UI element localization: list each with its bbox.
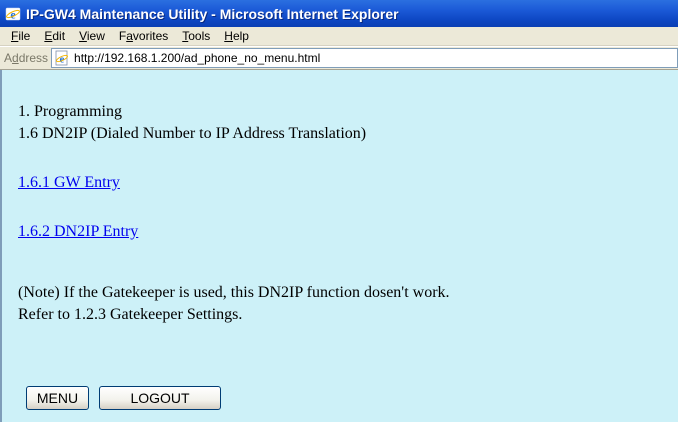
- menu-favorites-accel: a: [126, 29, 133, 43]
- ie-icon: e: [5, 6, 21, 22]
- address-label-rest: dress: [18, 51, 49, 65]
- menu-edit[interactable]: Edit: [37, 29, 72, 43]
- menu-favorites-rest: vorites: [132, 29, 169, 43]
- menu-help-rest: elp: [232, 29, 249, 43]
- menu-view-accel: V: [79, 29, 87, 43]
- svg-text:e: e: [10, 7, 16, 21]
- address-label-pre: A: [4, 51, 13, 65]
- menu-view[interactable]: View: [72, 29, 112, 43]
- menu-favorites[interactable]: Favorites: [112, 29, 175, 43]
- address-label: Address: [4, 51, 48, 65]
- section-heading: 1. Programming: [18, 103, 122, 120]
- note-line-2: Refer to 1.2.3 Gatekeeper Settings.: [18, 306, 243, 323]
- menu-button[interactable]: MENU: [26, 386, 89, 410]
- ie-page-icon: e: [54, 50, 70, 66]
- gw-entry-item: 1.6.1 GW Entry: [18, 174, 120, 192]
- gw-entry-link[interactable]: 1.6.1 GW Entry: [18, 174, 120, 191]
- logout-button[interactable]: LOGOUT: [99, 386, 221, 410]
- menu-tools[interactable]: Tools: [175, 29, 217, 43]
- window-title-bar[interactable]: e IP-GW4 Maintenance Utility - Microsoft…: [0, 0, 678, 27]
- menu-tools-rest: ools: [188, 29, 211, 43]
- address-url: http://192.168.1.200/ad_phone_no_menu.ht…: [74, 51, 321, 65]
- address-bar: Address e http://192.168.1.200/ad_phone_…: [0, 46, 678, 70]
- subsection-heading: 1.6 DN2IP (Dialed Number to IP Address T…: [18, 125, 367, 142]
- dn2ip-entry-item: 1.6.2 DN2IP Entry: [18, 223, 138, 241]
- menu-help[interactable]: Help: [217, 29, 256, 43]
- menu-file-rest: ile: [18, 29, 31, 43]
- page-content: 1. Programming 1.6 DN2IP (Dialed Number …: [0, 70, 678, 422]
- menu-view-rest: iew: [86, 29, 105, 43]
- menu-bar: File Edit View Favorites Tools Help: [0, 27, 678, 46]
- menu-file[interactable]: File: [4, 29, 37, 43]
- window-title: IP-GW4 Maintenance Utility - Microsoft I…: [26, 5, 399, 22]
- address-input[interactable]: e http://192.168.1.200/ad_phone_no_menu.…: [51, 48, 678, 68]
- dn2ip-entry-link[interactable]: 1.6.2 DN2IP Entry: [18, 223, 138, 240]
- address-label-accel: d: [12, 51, 19, 65]
- note-line-1: (Note) If the Gatekeeper is used, this D…: [18, 284, 450, 301]
- menu-help-accel: H: [224, 29, 233, 43]
- menu-edit-rest: dit: [52, 29, 66, 43]
